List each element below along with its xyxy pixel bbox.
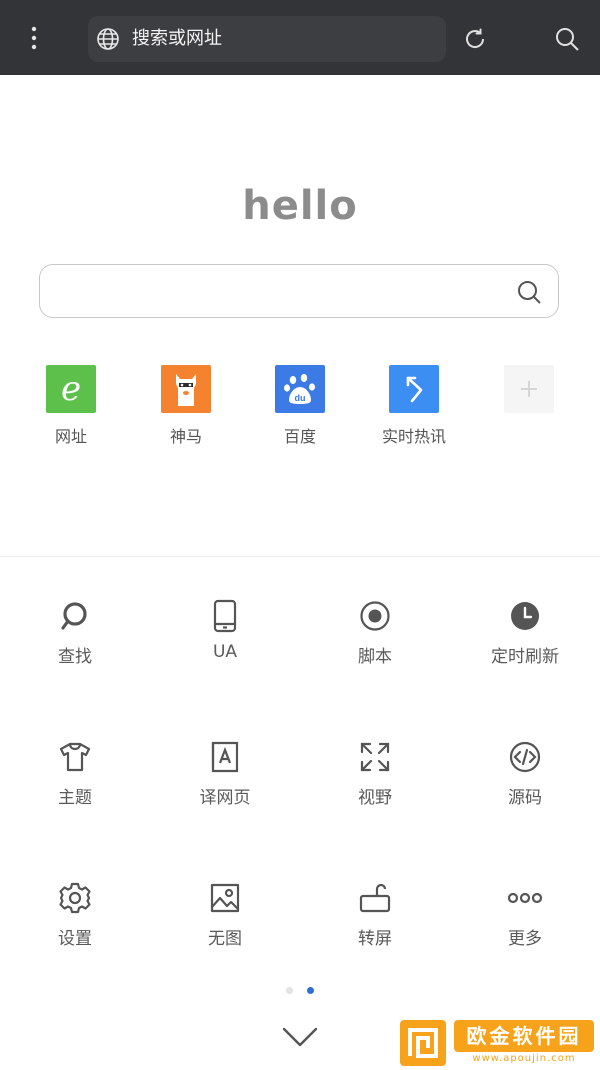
page-dot-active[interactable]	[307, 987, 314, 994]
url-e-icon: e	[46, 365, 96, 413]
more-vert-icon[interactable]	[22, 22, 46, 54]
address-placeholder: 搜索或网址	[132, 28, 222, 49]
menu-label: UA	[212, 642, 238, 662]
phone-icon	[207, 598, 243, 634]
menu-label: 查找	[58, 647, 92, 667]
menu-label: 更多	[508, 929, 542, 949]
watermark: 欧金软件园 www.apoujin.com	[400, 1020, 596, 1066]
fullscreen-icon	[357, 739, 393, 775]
home-greeting: hello	[242, 183, 358, 229]
shortcut-baidu[interactable]: du 百度	[250, 365, 350, 447]
shortcut-hot-news[interactable]: 实时热讯	[364, 365, 464, 447]
add-icon	[504, 365, 554, 413]
browser-top-bar: 搜索或网址	[0, 0, 600, 75]
clock-icon	[507, 598, 543, 634]
menu-script[interactable]: 脚本	[300, 598, 450, 667]
chevron-down-icon[interactable]	[280, 1023, 320, 1051]
menu-timed-refresh[interactable]: 定时刷新	[450, 598, 600, 667]
shortcut-label: 网址	[54, 427, 87, 446]
watermark-logo	[400, 1020, 446, 1066]
find-icon	[57, 598, 93, 634]
menu-label: 设置	[58, 929, 92, 949]
shortcut-url[interactable]: e 网址	[21, 365, 121, 447]
menu-view[interactable]: 视野	[300, 739, 450, 808]
menu-label: 译网页	[199, 788, 251, 808]
rotate-screen-icon	[357, 880, 393, 916]
globe-icon	[97, 28, 119, 50]
panel-divider	[0, 556, 600, 557]
tshirt-icon	[57, 739, 93, 775]
shortcut-label: 百度	[283, 427, 316, 446]
menu-label: 无图	[208, 929, 242, 949]
menu-ua[interactable]: UA	[150, 598, 300, 662]
refresh-icon[interactable]	[462, 26, 488, 52]
menu-theme[interactable]: 主题	[0, 739, 150, 808]
shortcut-add[interactable]	[479, 365, 579, 423]
home-search-box[interactable]	[39, 264, 559, 318]
radio-target-icon	[357, 598, 393, 634]
shortcut-label: 神马	[169, 427, 202, 446]
svg-text:du: du	[295, 393, 306, 403]
code-icon	[507, 739, 543, 775]
gear-icon	[57, 880, 93, 916]
search-icon[interactable]	[554, 26, 580, 52]
menu-label: 视野	[358, 788, 392, 808]
menu-label: 主题	[58, 788, 92, 808]
menu-find[interactable]: 查找	[0, 598, 150, 667]
baidu-paw-icon: du	[275, 365, 325, 413]
address-bar[interactable]: 搜索或网址	[88, 16, 446, 62]
shortcut-shenma[interactable]: 神马	[136, 365, 236, 447]
menu-source[interactable]: 源码	[450, 739, 600, 808]
image-icon	[207, 880, 243, 916]
watermark-title: 欧金软件园	[454, 1020, 594, 1052]
page-indicator	[0, 987, 600, 994]
search-icon[interactable]	[516, 279, 542, 305]
hot-news-arrow-icon	[389, 365, 439, 413]
more-horiz-icon	[507, 880, 543, 916]
menu-no-image[interactable]: 无图	[150, 880, 300, 949]
menu-rotate[interactable]: 转屏	[300, 880, 450, 949]
menu-label: 转屏	[358, 929, 392, 949]
menu-translate[interactable]: 译网页	[150, 739, 300, 808]
page-dot[interactable]	[286, 987, 293, 994]
watermark-subtitle: www.apoujin.com	[472, 1053, 576, 1064]
menu-more[interactable]: 更多	[450, 880, 600, 949]
shortcut-label: 实时热讯	[381, 427, 446, 446]
menu-label: 源码	[508, 788, 542, 808]
menu-label: 定时刷新	[491, 647, 559, 667]
menu-label: 脚本	[358, 647, 392, 667]
alpaca-icon	[161, 365, 211, 413]
translate-icon	[207, 739, 243, 775]
menu-settings[interactable]: 设置	[0, 880, 150, 949]
